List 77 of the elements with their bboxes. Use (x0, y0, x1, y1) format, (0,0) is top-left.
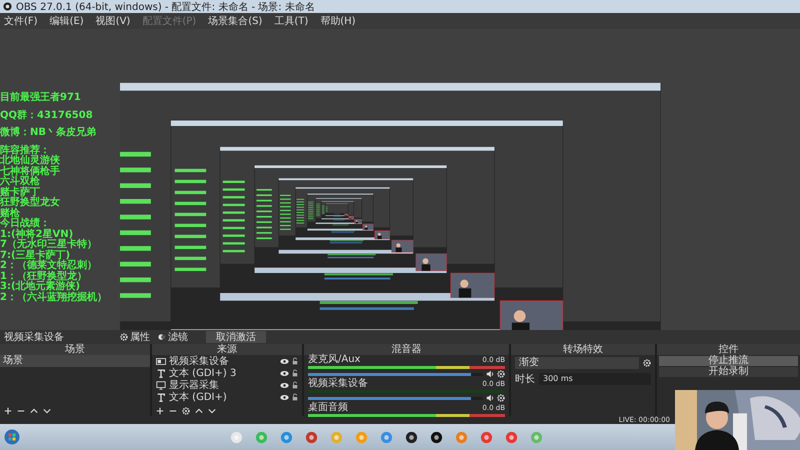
menu-item[interactable]: 场景集合(S) (208, 14, 262, 28)
settings-icon[interactable] (643, 359, 651, 367)
channel-name: 麦克风/Aux (308, 355, 360, 365)
source-item[interactable]: 文本 (GDI+) (169, 390, 277, 404)
channel-name: 视频采集设备 (308, 379, 368, 389)
deactivate-button[interactable]: 取消激活 (206, 331, 266, 343)
menu-item[interactable]: 编辑(E) (50, 14, 84, 28)
overlay-text-line: 赌枪 (0, 208, 20, 218)
overlay-text-line: 2：（德莱文特忍刺） (0, 261, 98, 271)
overlay-text-line: 阵容推荐： (0, 146, 50, 156)
overlay-text-line: 赌卡萨丁 (0, 188, 40, 198)
eye-icon[interactable] (280, 382, 289, 388)
dock-title: 转场特效 (511, 344, 655, 355)
menu-item[interactable]: 文件(F) (4, 14, 38, 28)
duration-label: 时长 (515, 372, 535, 386)
overlay-text-line: 七神将俩枪手 (0, 166, 61, 176)
down-icon[interactable] (208, 407, 216, 415)
control-button[interactable]: 开始录制 (659, 367, 798, 377)
filter-icon (158, 333, 166, 341)
settings-icon[interactable] (497, 370, 505, 378)
camera-icon (156, 356, 166, 366)
overlay-text-line: 2：（六斗蓝翔挖掘机） (0, 292, 108, 303)
dock-title: 控件 (657, 344, 800, 355)
lock-icon[interactable] (292, 357, 298, 365)
duration-field[interactable]: 300 ms (539, 373, 651, 385)
filters-button[interactable]: 滤镜 (158, 330, 188, 344)
overlay-text-line: QQ群：43176508 (0, 110, 94, 121)
dock-title: 来源 (152, 344, 302, 355)
up-icon[interactable] (30, 407, 38, 415)
overlay-text-line: 今日战绩： (0, 219, 50, 229)
settings-icon[interactable] (182, 407, 190, 415)
lock-icon[interactable] (292, 369, 298, 377)
control-button[interactable]: 停止推流 (659, 356, 798, 366)
scene-item[interactable]: 场景 (0, 355, 150, 367)
lock-icon[interactable] (292, 393, 298, 401)
selected-source-label: 视频采集设备 (4, 330, 65, 344)
window-title: OBS 27.0.1 (64-bit, windows) - 配置文件: 未命名 - 场景: 未命名 (16, 0, 315, 14)
overlay-text-line: 3:(北地元素游侠) (0, 282, 80, 292)
source-item[interactable]: 视频采集设备 (169, 354, 277, 368)
obs-logo-icon (3, 2, 12, 11)
speaker-icon[interactable] (486, 370, 494, 378)
transition-dropdown[interactable]: 渐变 (515, 357, 639, 369)
menu-item[interactable]: 视图(V) (96, 14, 130, 28)
overlay-text-line: 狂野换型龙女 (0, 198, 61, 208)
monitor-icon (156, 380, 166, 390)
overlay-text-line: 微博：NB丶条皮兄弟 (0, 128, 97, 138)
down-icon[interactable] (43, 407, 51, 415)
dock-title: 混音器 (304, 344, 509, 355)
gear-icon (120, 333, 128, 341)
app-icon[interactable] (430, 430, 443, 444)
dock-title: 场景 (0, 344, 150, 355)
lock-icon[interactable] (292, 381, 298, 389)
speaker-icon[interactable] (486, 394, 494, 402)
overlay-text-line: 7:(三星卡萨丁) (0, 250, 70, 260)
text-icon (156, 368, 166, 378)
start-button[interactable] (4, 429, 20, 445)
settings-icon[interactable] (497, 394, 505, 402)
overlay-text-line: 1:(神将2星VN) (0, 230, 74, 240)
menu-item[interactable]: 工具(T) (274, 14, 308, 28)
eye-icon[interactable] (280, 370, 289, 376)
overlay-text-line: 目前最强王者971 (0, 93, 82, 104)
app-icon[interactable] (405, 430, 418, 444)
text-icon (156, 392, 166, 402)
eye-icon[interactable] (280, 358, 289, 364)
menu-item[interactable]: 帮助(H) (320, 14, 356, 28)
overlay-text-line: 六斗双枪 (0, 177, 40, 187)
add-icon[interactable] (156, 407, 164, 415)
add-icon[interactable] (4, 407, 12, 415)
eye-icon[interactable] (280, 394, 289, 400)
overlay-text-line: 北地仙灵游侠 (0, 156, 61, 166)
channel-name: 桌面音频 (308, 403, 348, 413)
source-item[interactable]: 显示器采集 (169, 378, 277, 392)
overlay-text-line: 7（无水印三星卡特） (0, 240, 98, 250)
source-item[interactable]: 文本 (GDI+) 3 (169, 366, 277, 380)
properties-button[interactable]: 属性 (120, 330, 150, 344)
up-icon[interactable] (195, 407, 203, 415)
overlay-text-line: 1：（狂野换型龙） (0, 272, 88, 282)
